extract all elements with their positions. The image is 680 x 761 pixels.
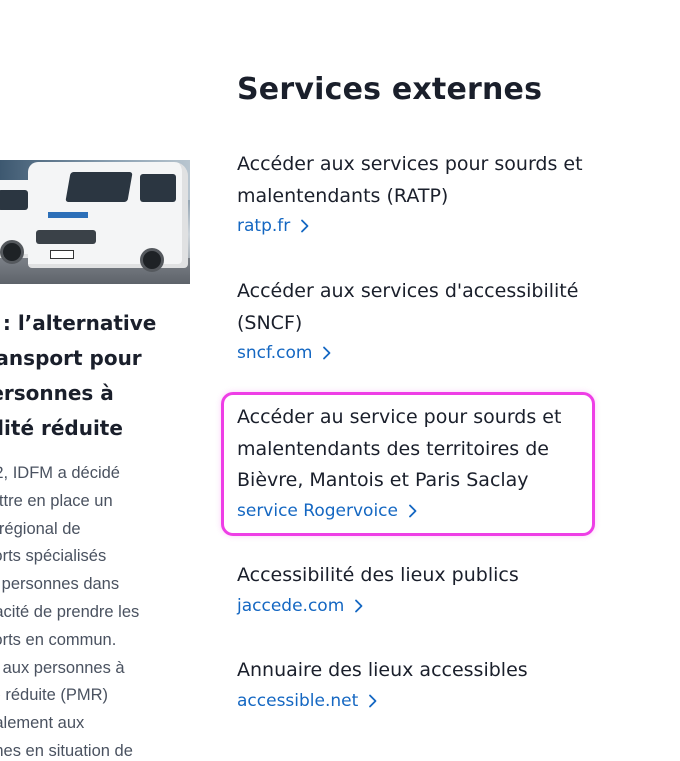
service-link-sncf[interactable]: sncf.com <box>237 339 331 367</box>
service-label-line: (SNCF) <box>237 311 303 334</box>
van-stripe <box>48 212 88 218</box>
service-link-accessible[interactable]: accessible.net <box>237 687 377 715</box>
article-body-line: ilité réduite (PMR) <box>0 686 109 705</box>
page: M : l’alternative transport pour personn… <box>0 0 680 761</box>
article-title-line: transport pour <box>0 346 142 370</box>
service-label-line: Accéder aux services pour sourds et <box>237 153 583 175</box>
article-body-line: apacité de prendre les <box>0 602 140 621</box>
van-plate <box>50 250 74 259</box>
service-link-label: jaccede.com <box>237 595 345 616</box>
article-body-line: sports en commun. <box>0 630 117 649</box>
article-body-line: 002, IDFM a décidé <box>0 464 120 482</box>
external-services-section: Services externes Accéder aux services p… <box>237 70 657 711</box>
van-wheel <box>0 240 24 264</box>
service-link-label: sncf.com <box>237 343 313 363</box>
highlight-outline <box>221 392 595 536</box>
service-label: Accéder aux services d'accessibilité (SN… <box>237 276 637 339</box>
service-label-line: malentendants (RATP) <box>237 184 449 207</box>
article-body-line: mettre en place un <box>0 491 113 510</box>
van-window <box>0 190 28 210</box>
article-title-line: personnes à <box>0 381 114 405</box>
service-item-sncf: Accéder aux services d'accessibilité (SN… <box>237 276 637 367</box>
article-image[interactable] <box>0 160 190 284</box>
article-body-line: onnes en situation de <box>0 741 133 760</box>
article-title-line: M : l’alternative <box>0 311 157 335</box>
article-title-line: bilité réduite <box>0 416 123 440</box>
chevron-right-icon <box>301 219 309 233</box>
van-windshield <box>65 172 133 202</box>
service-label: Accéder aux services pour sourds et male… <box>237 149 637 212</box>
service-link-jaccede[interactable]: jaccede.com <box>237 592 363 620</box>
article-body-line: iné aux personnes à <box>0 658 125 677</box>
chevron-right-icon <box>323 346 331 360</box>
chevron-right-icon <box>369 694 377 707</box>
section-title: Services externes <box>237 72 543 107</box>
service-link-label: accessible.net <box>237 690 359 711</box>
service-link-label: ratp.fr <box>237 216 291 236</box>
article-body-line: les personnes dans <box>0 575 120 594</box>
service-label: Annuaire des lieux accessibles <box>237 655 637 687</box>
service-label-line: Accéder aux services d'accessibilité <box>237 280 579 302</box>
service-item-accessible: Annuaire des lieux accessibles accessibl… <box>237 655 637 715</box>
article-title[interactable]: M : l’alternative transport pour personn… <box>0 306 196 446</box>
service-item-ratp: Accéder aux services pour sourds et male… <box>237 149 637 240</box>
article-body-line: au régional de <box>0 519 81 538</box>
van-wheel <box>140 248 164 272</box>
van-grille <box>36 230 96 244</box>
service-label-line: Accessibilité des lieux publics <box>237 564 519 586</box>
article-body-line: sports spécialisés <box>0 547 107 566</box>
chevron-right-icon <box>355 599 363 612</box>
service-label: Accessibilité des lieux publics <box>237 560 637 592</box>
van-front <box>28 162 188 272</box>
service-item-jaccede: Accessibilité des lieux publics jaccede.… <box>237 560 637 620</box>
van-side-window <box>140 174 176 202</box>
article-body-line: également aux <box>0 714 85 733</box>
article-body: 002, IDFM a décidé mettre en place un au… <box>0 460 196 761</box>
service-link-ratp[interactable]: ratp.fr <box>237 212 309 240</box>
service-label-line: Annuaire des lieux accessibles <box>237 659 528 681</box>
